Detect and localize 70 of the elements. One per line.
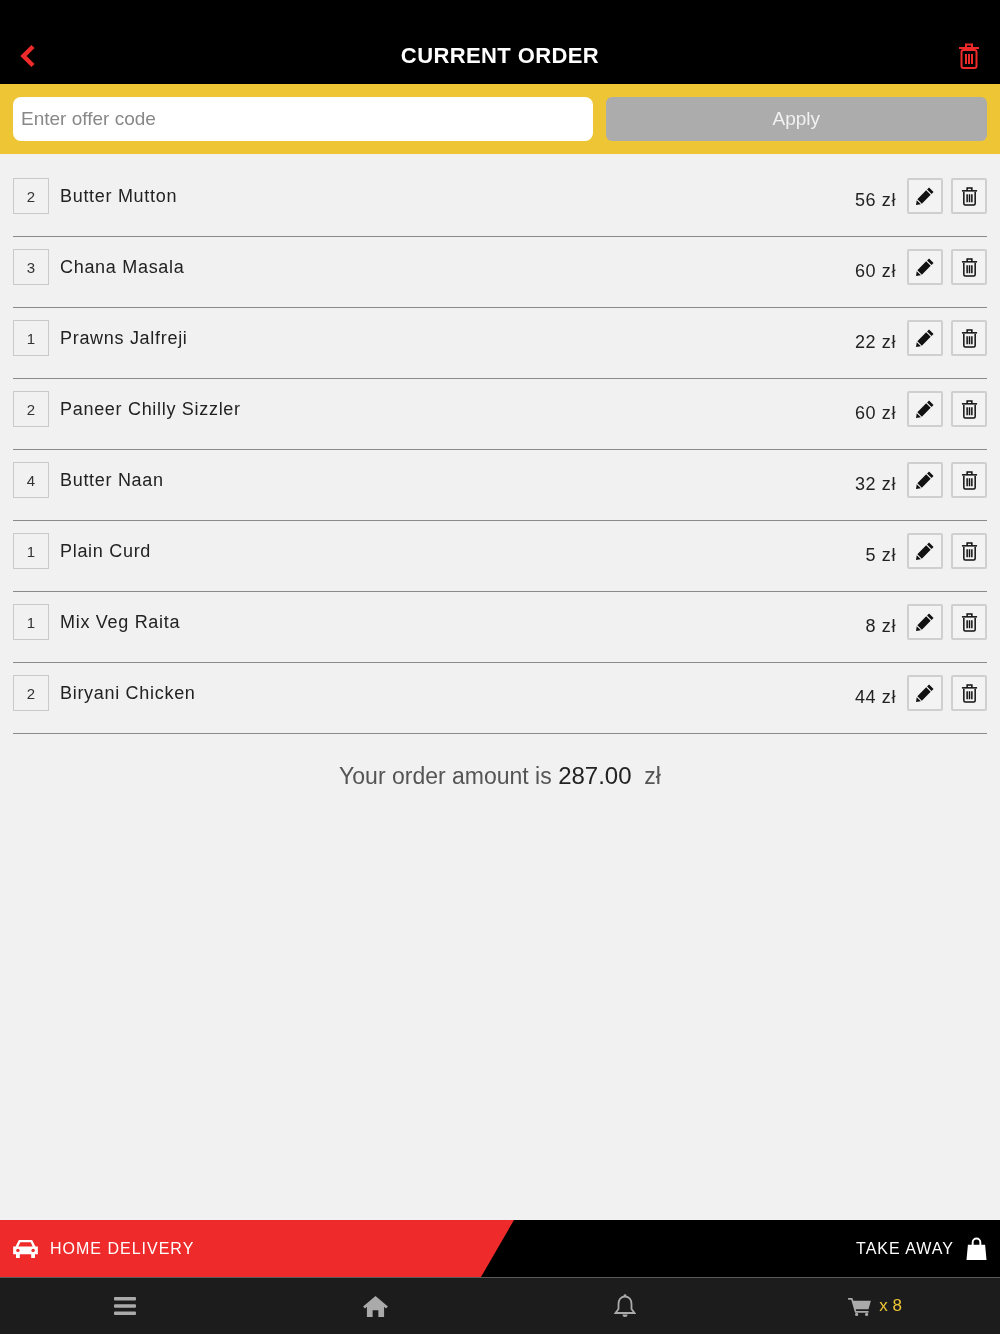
trash-icon	[960, 257, 978, 277]
edit-button[interactable]	[907, 533, 943, 569]
edit-button[interactable]	[907, 604, 943, 640]
delete-button[interactable]	[951, 249, 987, 285]
trash-icon	[960, 470, 978, 490]
pencil-icon	[916, 613, 934, 631]
quantity-indicator: 2	[13, 391, 49, 427]
trash-icon[interactable]	[958, 43, 980, 69]
item-name: Prawns Jalfreji	[60, 327, 189, 349]
pencil-icon	[916, 400, 934, 418]
edit-button[interactable]	[907, 675, 943, 711]
pencil-icon	[916, 329, 934, 347]
item-price: 60 zł	[854, 259, 896, 282]
edit-button[interactable]	[907, 462, 943, 498]
delete-button[interactable]	[951, 533, 987, 569]
pencil-icon	[916, 684, 934, 702]
quantity-indicator: 1	[13, 533, 49, 569]
car-icon	[13, 1239, 38, 1258]
item-name: Butter Mutton	[60, 185, 179, 207]
edit-button[interactable]	[907, 391, 943, 427]
cart-icon	[848, 1296, 872, 1316]
shopping-bag-icon	[966, 1237, 987, 1260]
bell-icon[interactable]	[614, 1294, 636, 1318]
item-price: 32 zł	[854, 472, 896, 495]
home-delivery-button[interactable]: HOME DELIVERY	[0, 1220, 514, 1277]
delete-button[interactable]	[951, 178, 987, 214]
trash-icon	[960, 541, 978, 561]
take-away-button[interactable]: TAKE AWAY	[514, 1220, 1000, 1277]
trash-icon	[960, 399, 978, 419]
item-name: Butter Naan	[60, 469, 165, 491]
trash-icon	[960, 328, 978, 348]
edit-button[interactable]	[907, 249, 943, 285]
trash-icon	[960, 186, 978, 206]
delete-button[interactable]	[951, 675, 987, 711]
item-price: 22 zł	[854, 330, 896, 353]
quantity-indicator: 2	[13, 675, 49, 711]
item-price: 56 zł	[854, 188, 896, 211]
delete-button[interactable]	[951, 391, 987, 427]
item-price: 5 zł	[865, 543, 896, 566]
order-total-text: Your order amount is 287.00 zł	[338, 762, 662, 790]
pencil-icon	[916, 258, 934, 276]
quantity-indicator: 3	[13, 249, 49, 285]
delete-button[interactable]	[951, 462, 987, 498]
delete-button[interactable]	[951, 320, 987, 356]
item-price: 44 zł	[854, 685, 896, 708]
cart-button[interactable]: x 8	[848, 1296, 902, 1316]
item-name: Paneer Chilly Sizzler	[60, 398, 242, 420]
item-name: Biryani Chicken	[60, 682, 197, 704]
edit-button[interactable]	[907, 178, 943, 214]
item-name: Plain Curd	[60, 540, 153, 562]
trash-icon	[960, 612, 978, 632]
quantity-indicator: 2	[13, 178, 49, 214]
back-icon[interactable]	[20, 44, 36, 68]
quantity-indicator: 4	[13, 462, 49, 498]
pencil-icon	[916, 542, 934, 560]
edit-button[interactable]	[907, 320, 943, 356]
offer-code-field[interactable]: Enter offer code	[13, 97, 593, 141]
delete-button[interactable]	[951, 604, 987, 640]
pencil-icon	[916, 187, 934, 205]
item-name: Chana Masala	[60, 256, 186, 278]
screen-title: CURRENT ORDER	[400, 43, 600, 69]
menu-icon[interactable]	[114, 1297, 136, 1315]
quantity-indicator: 1	[13, 320, 49, 356]
item-price: 8 zł	[865, 614, 896, 637]
item-name: Mix Veg Raita	[60, 611, 182, 633]
item-price: 60 zł	[854, 401, 896, 424]
pencil-icon	[916, 471, 934, 489]
trash-icon	[960, 683, 978, 703]
quantity-indicator: 1	[13, 604, 49, 640]
home-icon[interactable]	[362, 1295, 388, 1317]
